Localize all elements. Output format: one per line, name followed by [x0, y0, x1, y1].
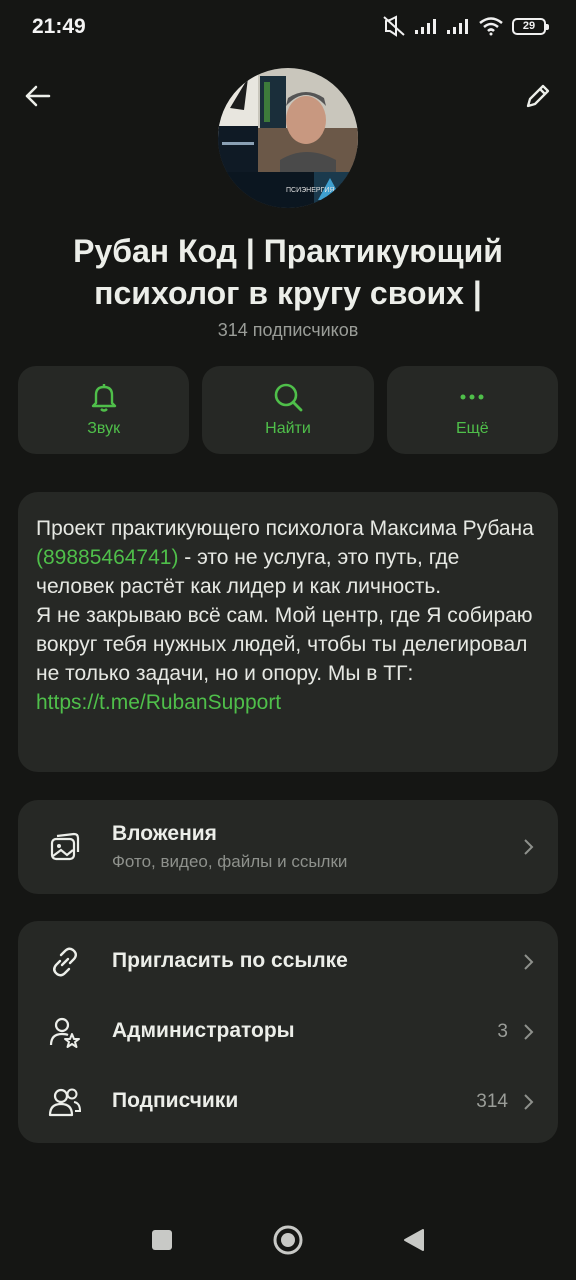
- arrow-left-icon: [25, 85, 51, 107]
- status-bar: 21:49 29: [0, 0, 576, 56]
- administrators-row[interactable]: Администраторы 3: [18, 997, 558, 1067]
- subscribers-count: 314 подписчиков: [217, 320, 359, 340]
- signal-icon-2: [447, 19, 468, 34]
- status-icons: 29: [382, 15, 549, 37]
- description-text: Проект практикующего психолога Максима Р…: [36, 517, 534, 540]
- description-text-3: Я не закрываю всё сам. Мой центр, где Я …: [36, 604, 533, 685]
- chevron-right-icon: [524, 1024, 534, 1040]
- search-icon: [274, 383, 303, 412]
- status-time: 21:49: [32, 15, 86, 38]
- search-button-label: Найти: [265, 420, 311, 437]
- sound-button-label: Звук: [87, 420, 121, 437]
- phone-link[interactable]: (89885464741): [36, 546, 178, 569]
- triangle-back-icon: [404, 1229, 424, 1251]
- link-icon: [48, 945, 82, 979]
- channel-description: Проект практикующего психолога Максима Р…: [36, 514, 540, 717]
- channel-avatar[interactable]: ПСИЭНЕРГИЯ: [218, 68, 358, 208]
- search-button[interactable]: Найти: [202, 366, 374, 454]
- recents-button[interactable]: [144, 1222, 180, 1258]
- more-button[interactable]: Ещё: [386, 366, 558, 454]
- back-nav-button[interactable]: [396, 1222, 432, 1258]
- description-card: Проект практикующего психолога Максима Р…: [18, 492, 558, 772]
- channel-options-list: Пригласить по ссылке Администраторы 3 По…: [18, 921, 558, 1143]
- users-icon: [48, 1085, 82, 1119]
- battery-indicator: 29: [512, 17, 549, 35]
- sound-button[interactable]: Звук: [18, 366, 190, 454]
- more-button-label: Ещё: [455, 420, 489, 437]
- subscribers-label: Подписчики: [112, 1089, 239, 1112]
- subscribers-row-count: 314: [476, 1091, 508, 1112]
- mute-icon: [383, 15, 405, 37]
- attachments-title: Вложения: [112, 822, 217, 845]
- invite-link-row[interactable]: Пригласить по ссылке: [18, 921, 558, 1003]
- subscribers-row[interactable]: Подписчики 314: [18, 1067, 558, 1137]
- support-link[interactable]: https://t.me/RubanSupport: [36, 691, 281, 714]
- home-button[interactable]: [270, 1222, 306, 1258]
- square-icon: [152, 1230, 172, 1250]
- wifi-icon: [479, 17, 503, 36]
- edit-button[interactable]: [518, 76, 558, 116]
- channel-title: Рубан Код | Практикующий психолог в круг…: [73, 233, 503, 311]
- system-navigation-bar: [0, 1200, 576, 1280]
- chevron-right-icon: [524, 954, 534, 970]
- chevron-right-icon: [524, 1094, 534, 1110]
- invite-link-label: Пригласить по ссылке: [112, 949, 348, 972]
- back-button[interactable]: [18, 76, 58, 116]
- administrators-label: Администраторы: [112, 1019, 295, 1042]
- attachments-row[interactable]: Вложения Фото, видео, файлы и ссылки: [18, 800, 558, 894]
- chevron-right-icon: [524, 839, 534, 855]
- action-buttons: Звук Найти Ещё: [18, 366, 558, 454]
- pencil-icon: [526, 84, 550, 108]
- more-icon: [460, 394, 484, 400]
- attachments-subtitle: Фото, видео, файлы и ссылки: [112, 852, 348, 871]
- admin-star-icon: [48, 1015, 82, 1049]
- home-circle-icon: [273, 1225, 303, 1255]
- attachments-icon: [48, 830, 82, 864]
- administrators-count: 3: [497, 1021, 508, 1042]
- bell-icon: [91, 384, 116, 412]
- avatar-logo-text: ПСИЭНЕРГИЯ: [286, 187, 334, 194]
- signal-icon: [415, 19, 436, 34]
- channel-info-screen: 21:49 29 ПСИЭНЕРГИЯ Рубан Код | Практику…: [0, 0, 576, 1280]
